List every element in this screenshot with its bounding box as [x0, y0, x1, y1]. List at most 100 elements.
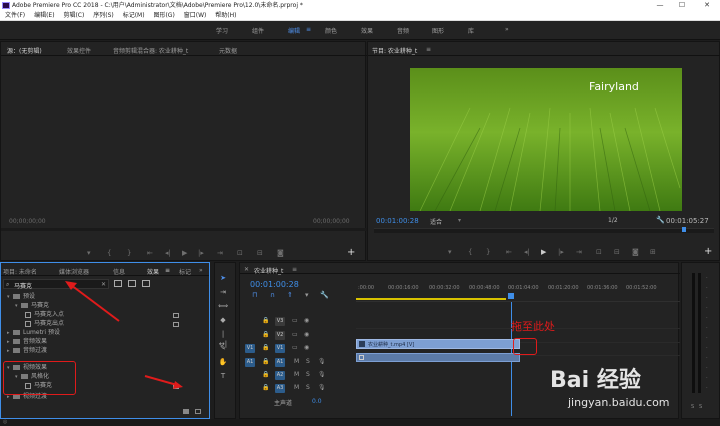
- mark-in-icon[interactable]: {: [107, 249, 111, 257]
- microphone-icon[interactable]: 🎙: [318, 384, 326, 391]
- workspace-color[interactable]: 颜色: [325, 26, 337, 35]
- export-frame-icon[interactable]: ◙: [277, 249, 284, 257]
- track-label[interactable]: V2: [275, 331, 285, 340]
- add-marker-icon[interactable]: ⇑: [287, 291, 293, 299]
- step-back-icon[interactable]: ◂|: [165, 249, 171, 257]
- sync-lock-icon[interactable]: ▭: [292, 344, 298, 351]
- video-clip[interactable]: 农业耕种_t.mp4 [V]: [356, 339, 520, 349]
- program-video-frame[interactable]: [410, 68, 682, 211]
- time-ruler[interactable]: :00:00 00:00:16:00 00:00:32:00 00:00:48:…: [356, 276, 680, 302]
- program-go-to-out-icon[interactable]: ⇥: [576, 248, 582, 256]
- workspace-editing[interactable]: 编辑: [288, 26, 300, 35]
- workspace-audio[interactable]: 音频: [397, 26, 409, 35]
- timeline-settings-icon[interactable]: 🔧: [320, 291, 329, 299]
- program-playhead[interactable]: [682, 227, 686, 232]
- lift-icon[interactable]: ⊡: [596, 248, 602, 256]
- lock-icon[interactable]: 🔒: [262, 317, 269, 324]
- program-play-icon[interactable]: ▶: [541, 248, 546, 256]
- microphone-icon[interactable]: 🎙: [318, 358, 326, 365]
- source-add-button-icon[interactable]: +: [347, 247, 355, 258]
- wrench-icon[interactable]: 🔧: [656, 216, 665, 224]
- tab-metadata[interactable]: 元数据: [219, 46, 237, 55]
- program-marker-icon[interactable]: ▾: [448, 248, 452, 256]
- program-menu-icon[interactable]: ≡: [426, 46, 431, 53]
- program-add-button-icon[interactable]: +: [704, 246, 712, 257]
- program-scrubber[interactable]: [374, 228, 714, 233]
- hand-tool-icon[interactable]: ✋: [218, 357, 228, 367]
- track-label[interactable]: V1: [275, 344, 285, 353]
- program-mark-out-icon[interactable]: }: [486, 248, 490, 256]
- close-button[interactable]: ✕: [694, 0, 720, 11]
- new-bin-icon[interactable]: [183, 409, 189, 414]
- maximize-button[interactable]: ☐: [672, 0, 692, 11]
- program-mark-in-icon[interactable]: {: [468, 248, 472, 256]
- menu-graphics[interactable]: 图形(G): [153, 12, 174, 19]
- solo-icon[interactable]: S: [306, 358, 310, 365]
- selection-tool-icon[interactable]: ➤: [218, 273, 228, 283]
- track-label[interactable]: A1: [275, 358, 285, 367]
- program-step-forward-icon[interactable]: |▸: [558, 248, 564, 256]
- sync-lock-icon[interactable]: ▭: [292, 317, 298, 324]
- menu-clip[interactable]: 剪辑(C): [63, 12, 84, 19]
- insert-icon[interactable]: ⊡: [237, 249, 243, 257]
- overwrite-icon[interactable]: ⊟: [257, 249, 263, 257]
- track-select-tool-icon[interactable]: ⇥: [218, 287, 228, 297]
- workspace-effects[interactable]: 效果: [361, 26, 373, 35]
- sequence-menu-icon[interactable]: ≡: [292, 266, 297, 273]
- solo-icon[interactable]: S: [306, 384, 310, 391]
- eye-icon[interactable]: ◉: [304, 331, 309, 338]
- fit-chevron-down-icon[interactable]: ▾: [458, 217, 461, 224]
- tab-effect-controls[interactable]: 效果控件: [67, 46, 91, 55]
- lock-icon[interactable]: 🔒: [262, 384, 269, 391]
- tab-audio-clip-mixer[interactable]: 音频剪辑混合器: 农业耕种_t: [113, 46, 188, 55]
- workspace-menu-icon[interactable]: ≡: [306, 26, 311, 33]
- playhead-handle[interactable]: [508, 293, 514, 299]
- track-label[interactable]: A3: [275, 384, 285, 393]
- source-patch[interactable]: V1: [245, 344, 255, 353]
- program-fit-select[interactable]: 适合: [430, 217, 442, 226]
- mark-out-icon[interactable]: }: [127, 249, 131, 257]
- timeline-timecode[interactable]: 00:01:00:28: [250, 280, 299, 289]
- workspace-graphics[interactable]: 图形: [432, 26, 444, 35]
- step-forward-icon[interactable]: |▸: [198, 249, 204, 257]
- program-resolution-select[interactable]: 1/2: [608, 217, 618, 224]
- workspace-assembly[interactable]: 组件: [252, 26, 264, 35]
- play-icon[interactable]: ▶: [182, 249, 187, 257]
- snap-icon[interactable]: ⊓: [252, 291, 257, 299]
- master-volume[interactable]: 0.0: [312, 398, 322, 405]
- go-to-out-icon[interactable]: ⇥: [217, 249, 223, 257]
- razor-tool-icon[interactable]: ◆: [218, 315, 228, 325]
- type-tool-icon[interactable]: T: [218, 371, 228, 381]
- menu-help[interactable]: 帮助(H): [215, 12, 236, 19]
- workspace-learn[interactable]: 学习: [216, 26, 228, 35]
- menu-marker[interactable]: 标记(M): [123, 12, 145, 19]
- solo-icon[interactable]: S: [306, 371, 310, 378]
- microphone-icon[interactable]: 🎙: [318, 371, 326, 378]
- source-scrubber[interactable]: [1, 228, 367, 231]
- program-timecode[interactable]: 00:01:00:28: [376, 217, 419, 225]
- eye-icon[interactable]: ◉: [304, 317, 309, 324]
- lock-icon[interactable]: 🔒: [262, 358, 269, 365]
- menu-file[interactable]: 文件(F): [5, 12, 25, 19]
- slip-tool-icon[interactable]: |↔|: [218, 329, 228, 348]
- program-step-back-icon[interactable]: ◂|: [524, 248, 530, 256]
- tab-source[interactable]: 源：(无剪辑): [7, 46, 42, 55]
- timeline-marker-icon[interactable]: ▾: [305, 291, 309, 299]
- work-area-bar[interactable]: [356, 298, 506, 300]
- extract-icon[interactable]: ⊟: [614, 248, 620, 256]
- mute-icon[interactable]: M: [294, 371, 299, 378]
- pen-tool-icon[interactable]: ✎: [218, 343, 228, 353]
- ripple-edit-tool-icon[interactable]: ⟺: [218, 301, 228, 311]
- go-to-in-icon[interactable]: ⇤: [147, 249, 153, 257]
- linked-selection-icon[interactable]: ∩: [270, 291, 275, 299]
- source-patch[interactable]: A1: [245, 358, 255, 367]
- lock-icon[interactable]: 🔒: [262, 371, 269, 378]
- marker-icon[interactable]: ▾: [87, 249, 91, 257]
- workspace-overflow[interactable]: »: [505, 26, 509, 33]
- mute-icon[interactable]: M: [294, 358, 299, 365]
- compare-view-icon[interactable]: ⊞: [650, 248, 656, 256]
- menu-window[interactable]: 窗口(W): [184, 12, 207, 19]
- tab-sequence[interactable]: 农业耕种_t: [254, 266, 283, 275]
- new-item-icon[interactable]: [195, 409, 201, 414]
- close-sequence-icon[interactable]: ✕: [244, 266, 249, 273]
